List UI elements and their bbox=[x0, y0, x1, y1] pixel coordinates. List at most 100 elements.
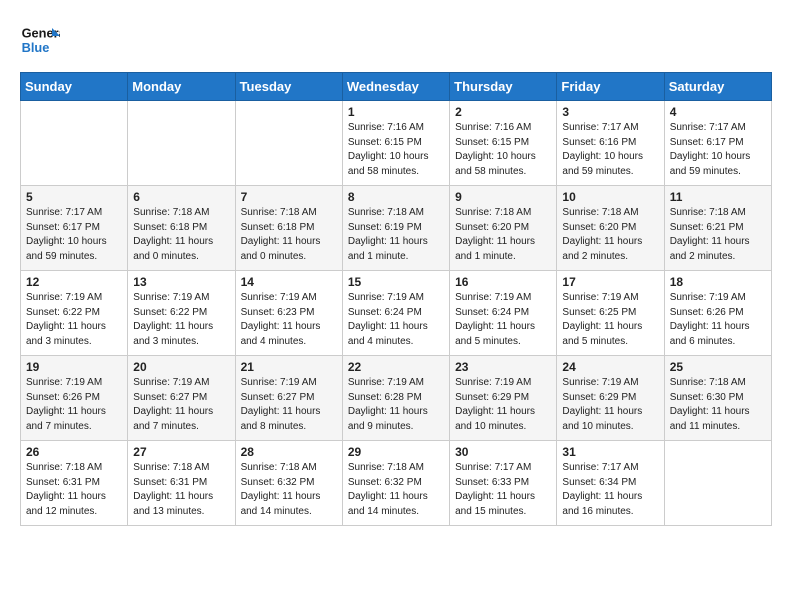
day-number: 19 bbox=[26, 360, 122, 374]
day-number: 9 bbox=[455, 190, 551, 204]
day-cell-4: 4 Sunrise: 7:17 AMSunset: 6:17 PMDaylight… bbox=[664, 101, 771, 186]
day-info: Sunrise: 7:17 AMSunset: 6:34 PMDaylight:… bbox=[562, 461, 658, 519]
day-number: 4 bbox=[670, 105, 766, 119]
day-number: 24 bbox=[562, 360, 658, 374]
day-info: Sunrise: 7:19 AMSunset: 6:26 PMDaylight:… bbox=[670, 291, 766, 349]
day-info: Sunrise: 7:19 AMSunset: 6:27 PMDaylight:… bbox=[241, 376, 337, 434]
day-cell-26: 26 Sunrise: 7:18 AMSunset: 6:31 PMDayligh… bbox=[21, 441, 128, 526]
day-info: Sunrise: 7:18 AMSunset: 6:21 PMDaylight:… bbox=[670, 206, 766, 264]
day-info: Sunrise: 7:19 AMSunset: 6:24 PMDaylight:… bbox=[348, 291, 444, 349]
day-info: Sunrise: 7:17 AMSunset: 6:17 PMDaylight:… bbox=[670, 121, 766, 179]
day-cell-10: 10 Sunrise: 7:18 AMSunset: 6:20 PMDayligh… bbox=[557, 186, 664, 271]
svg-text:Blue: Blue bbox=[22, 40, 50, 55]
day-info: Sunrise: 7:18 AMSunset: 6:20 PMDaylight:… bbox=[455, 206, 551, 264]
day-cell-6: 6 Sunrise: 7:18 AMSunset: 6:18 PMDaylight… bbox=[128, 186, 235, 271]
day-cell-21: 21 Sunrise: 7:19 AMSunset: 6:27 PMDayligh… bbox=[235, 356, 342, 441]
day-cell-2: 2 Sunrise: 7:16 AMSunset: 6:15 PMDaylight… bbox=[450, 101, 557, 186]
day-cell-7: 7 Sunrise: 7:18 AMSunset: 6:18 PMDaylight… bbox=[235, 186, 342, 271]
weekday-header-row: SundayMondayTuesdayWednesdayThursdayFrid… bbox=[21, 73, 772, 101]
day-info: Sunrise: 7:19 AMSunset: 6:24 PMDaylight:… bbox=[455, 291, 551, 349]
calendar-table: SundayMondayTuesdayWednesdayThursdayFrid… bbox=[20, 72, 772, 526]
day-info: Sunrise: 7:18 AMSunset: 6:32 PMDaylight:… bbox=[241, 461, 337, 519]
day-cell-8: 8 Sunrise: 7:18 AMSunset: 6:19 PMDaylight… bbox=[342, 186, 449, 271]
day-number: 29 bbox=[348, 445, 444, 459]
day-number: 8 bbox=[348, 190, 444, 204]
day-number: 26 bbox=[26, 445, 122, 459]
day-number: 14 bbox=[241, 275, 337, 289]
day-number: 2 bbox=[455, 105, 551, 119]
day-info: Sunrise: 7:19 AMSunset: 6:28 PMDaylight:… bbox=[348, 376, 444, 434]
week-row-1: 1 Sunrise: 7:16 AMSunset: 6:15 PMDaylight… bbox=[21, 101, 772, 186]
day-number: 7 bbox=[241, 190, 337, 204]
weekday-header-sunday: Sunday bbox=[21, 73, 128, 101]
day-cell-19: 19 Sunrise: 7:19 AMSunset: 6:26 PMDayligh… bbox=[21, 356, 128, 441]
day-info: Sunrise: 7:16 AMSunset: 6:15 PMDaylight:… bbox=[348, 121, 444, 179]
day-info: Sunrise: 7:19 AMSunset: 6:29 PMDaylight:… bbox=[562, 376, 658, 434]
empty-cell bbox=[235, 101, 342, 186]
day-number: 1 bbox=[348, 105, 444, 119]
day-cell-25: 25Sunrise: 7:18 AMSunset: 6:30 PMDayligh… bbox=[664, 356, 771, 441]
day-info: Sunrise: 7:17 AMSunset: 6:16 PMDaylight:… bbox=[562, 121, 658, 179]
day-number: 15 bbox=[348, 275, 444, 289]
day-number: 20 bbox=[133, 360, 229, 374]
day-number: 5 bbox=[26, 190, 122, 204]
empty-cell bbox=[21, 101, 128, 186]
day-info: Sunrise: 7:19 AMSunset: 6:23 PMDaylight:… bbox=[241, 291, 337, 349]
day-info: Sunrise: 7:19 AMSunset: 6:26 PMDaylight:… bbox=[26, 376, 122, 434]
day-cell-13: 13Sunrise: 7:19 AMSunset: 6:22 PMDayligh… bbox=[128, 271, 235, 356]
day-number: 27 bbox=[133, 445, 229, 459]
day-info: Sunrise: 7:18 AMSunset: 6:20 PMDaylight:… bbox=[562, 206, 658, 264]
week-row-2: 5 Sunrise: 7:17 AMSunset: 6:17 PMDaylight… bbox=[21, 186, 772, 271]
day-info: Sunrise: 7:18 AMSunset: 6:31 PMDaylight:… bbox=[26, 461, 122, 519]
weekday-header-tuesday: Tuesday bbox=[235, 73, 342, 101]
day-number: 22 bbox=[348, 360, 444, 374]
day-cell-14: 14 Sunrise: 7:19 AMSunset: 6:23 PMDayligh… bbox=[235, 271, 342, 356]
day-info: Sunrise: 7:17 AMSunset: 6:33 PMDaylight:… bbox=[455, 461, 551, 519]
day-number: 6 bbox=[133, 190, 229, 204]
day-cell-31: 31Sunrise: 7:17 AMSunset: 6:34 PMDayligh… bbox=[557, 441, 664, 526]
weekday-header-friday: Friday bbox=[557, 73, 664, 101]
day-cell-18: 18 Sunrise: 7:19 AMSunset: 6:26 PMDayligh… bbox=[664, 271, 771, 356]
empty-cell bbox=[128, 101, 235, 186]
weekday-header-monday: Monday bbox=[128, 73, 235, 101]
day-info: Sunrise: 7:18 AMSunset: 6:32 PMDaylight:… bbox=[348, 461, 444, 519]
day-cell-29: 29 Sunrise: 7:18 AMSunset: 6:32 PMDayligh… bbox=[342, 441, 449, 526]
day-cell-1: 1 Sunrise: 7:16 AMSunset: 6:15 PMDaylight… bbox=[342, 101, 449, 186]
day-info: Sunrise: 7:17 AMSunset: 6:17 PMDaylight:… bbox=[26, 206, 122, 264]
day-info: Sunrise: 7:19 AMSunset: 6:22 PMDaylight:… bbox=[133, 291, 229, 349]
day-info: Sunrise: 7:19 AMSunset: 6:22 PMDaylight:… bbox=[26, 291, 122, 349]
day-number: 25 bbox=[670, 360, 766, 374]
day-number: 23 bbox=[455, 360, 551, 374]
day-number: 21 bbox=[241, 360, 337, 374]
day-number: 18 bbox=[670, 275, 766, 289]
day-number: 12 bbox=[26, 275, 122, 289]
week-row-3: 12 Sunrise: 7:19 AMSunset: 6:22 PMDayligh… bbox=[21, 271, 772, 356]
week-row-4: 19 Sunrise: 7:19 AMSunset: 6:26 PMDayligh… bbox=[21, 356, 772, 441]
day-cell-5: 5 Sunrise: 7:17 AMSunset: 6:17 PMDaylight… bbox=[21, 186, 128, 271]
day-cell-22: 22 Sunrise: 7:19 AMSunset: 6:28 PMDayligh… bbox=[342, 356, 449, 441]
day-info: Sunrise: 7:18 AMSunset: 6:31 PMDaylight:… bbox=[133, 461, 229, 519]
day-cell-3: 3 Sunrise: 7:17 AMSunset: 6:16 PMDaylight… bbox=[557, 101, 664, 186]
day-cell-15: 15 Sunrise: 7:19 AMSunset: 6:24 PMDayligh… bbox=[342, 271, 449, 356]
day-info: Sunrise: 7:18 AMSunset: 6:19 PMDaylight:… bbox=[348, 206, 444, 264]
day-cell-11: 11 Sunrise: 7:18 AMSunset: 6:21 PMDayligh… bbox=[664, 186, 771, 271]
day-number: 30 bbox=[455, 445, 551, 459]
page-header: General Blue bbox=[20, 20, 772, 60]
day-info: Sunrise: 7:16 AMSunset: 6:15 PMDaylight:… bbox=[455, 121, 551, 179]
day-cell-28: 28 Sunrise: 7:18 AMSunset: 6:32 PMDayligh… bbox=[235, 441, 342, 526]
day-info: Sunrise: 7:18 AMSunset: 6:18 PMDaylight:… bbox=[133, 206, 229, 264]
day-number: 10 bbox=[562, 190, 658, 204]
weekday-header-thursday: Thursday bbox=[450, 73, 557, 101]
day-cell-17: 17Sunrise: 7:19 AMSunset: 6:25 PMDayligh… bbox=[557, 271, 664, 356]
day-info: Sunrise: 7:19 AMSunset: 6:27 PMDaylight:… bbox=[133, 376, 229, 434]
day-number: 28 bbox=[241, 445, 337, 459]
day-number: 11 bbox=[670, 190, 766, 204]
day-cell-20: 20 Sunrise: 7:19 AMSunset: 6:27 PMDayligh… bbox=[128, 356, 235, 441]
day-info: Sunrise: 7:18 AMSunset: 6:18 PMDaylight:… bbox=[241, 206, 337, 264]
day-cell-27: 27 Sunrise: 7:18 AMSunset: 6:31 PMDayligh… bbox=[128, 441, 235, 526]
day-cell-23: 23Sunrise: 7:19 AMSunset: 6:29 PMDayligh… bbox=[450, 356, 557, 441]
day-number: 16 bbox=[455, 275, 551, 289]
logo: General Blue bbox=[20, 20, 60, 60]
day-cell-30: 30 Sunrise: 7:17 AMSunset: 6:33 PMDayligh… bbox=[450, 441, 557, 526]
day-number: 3 bbox=[562, 105, 658, 119]
